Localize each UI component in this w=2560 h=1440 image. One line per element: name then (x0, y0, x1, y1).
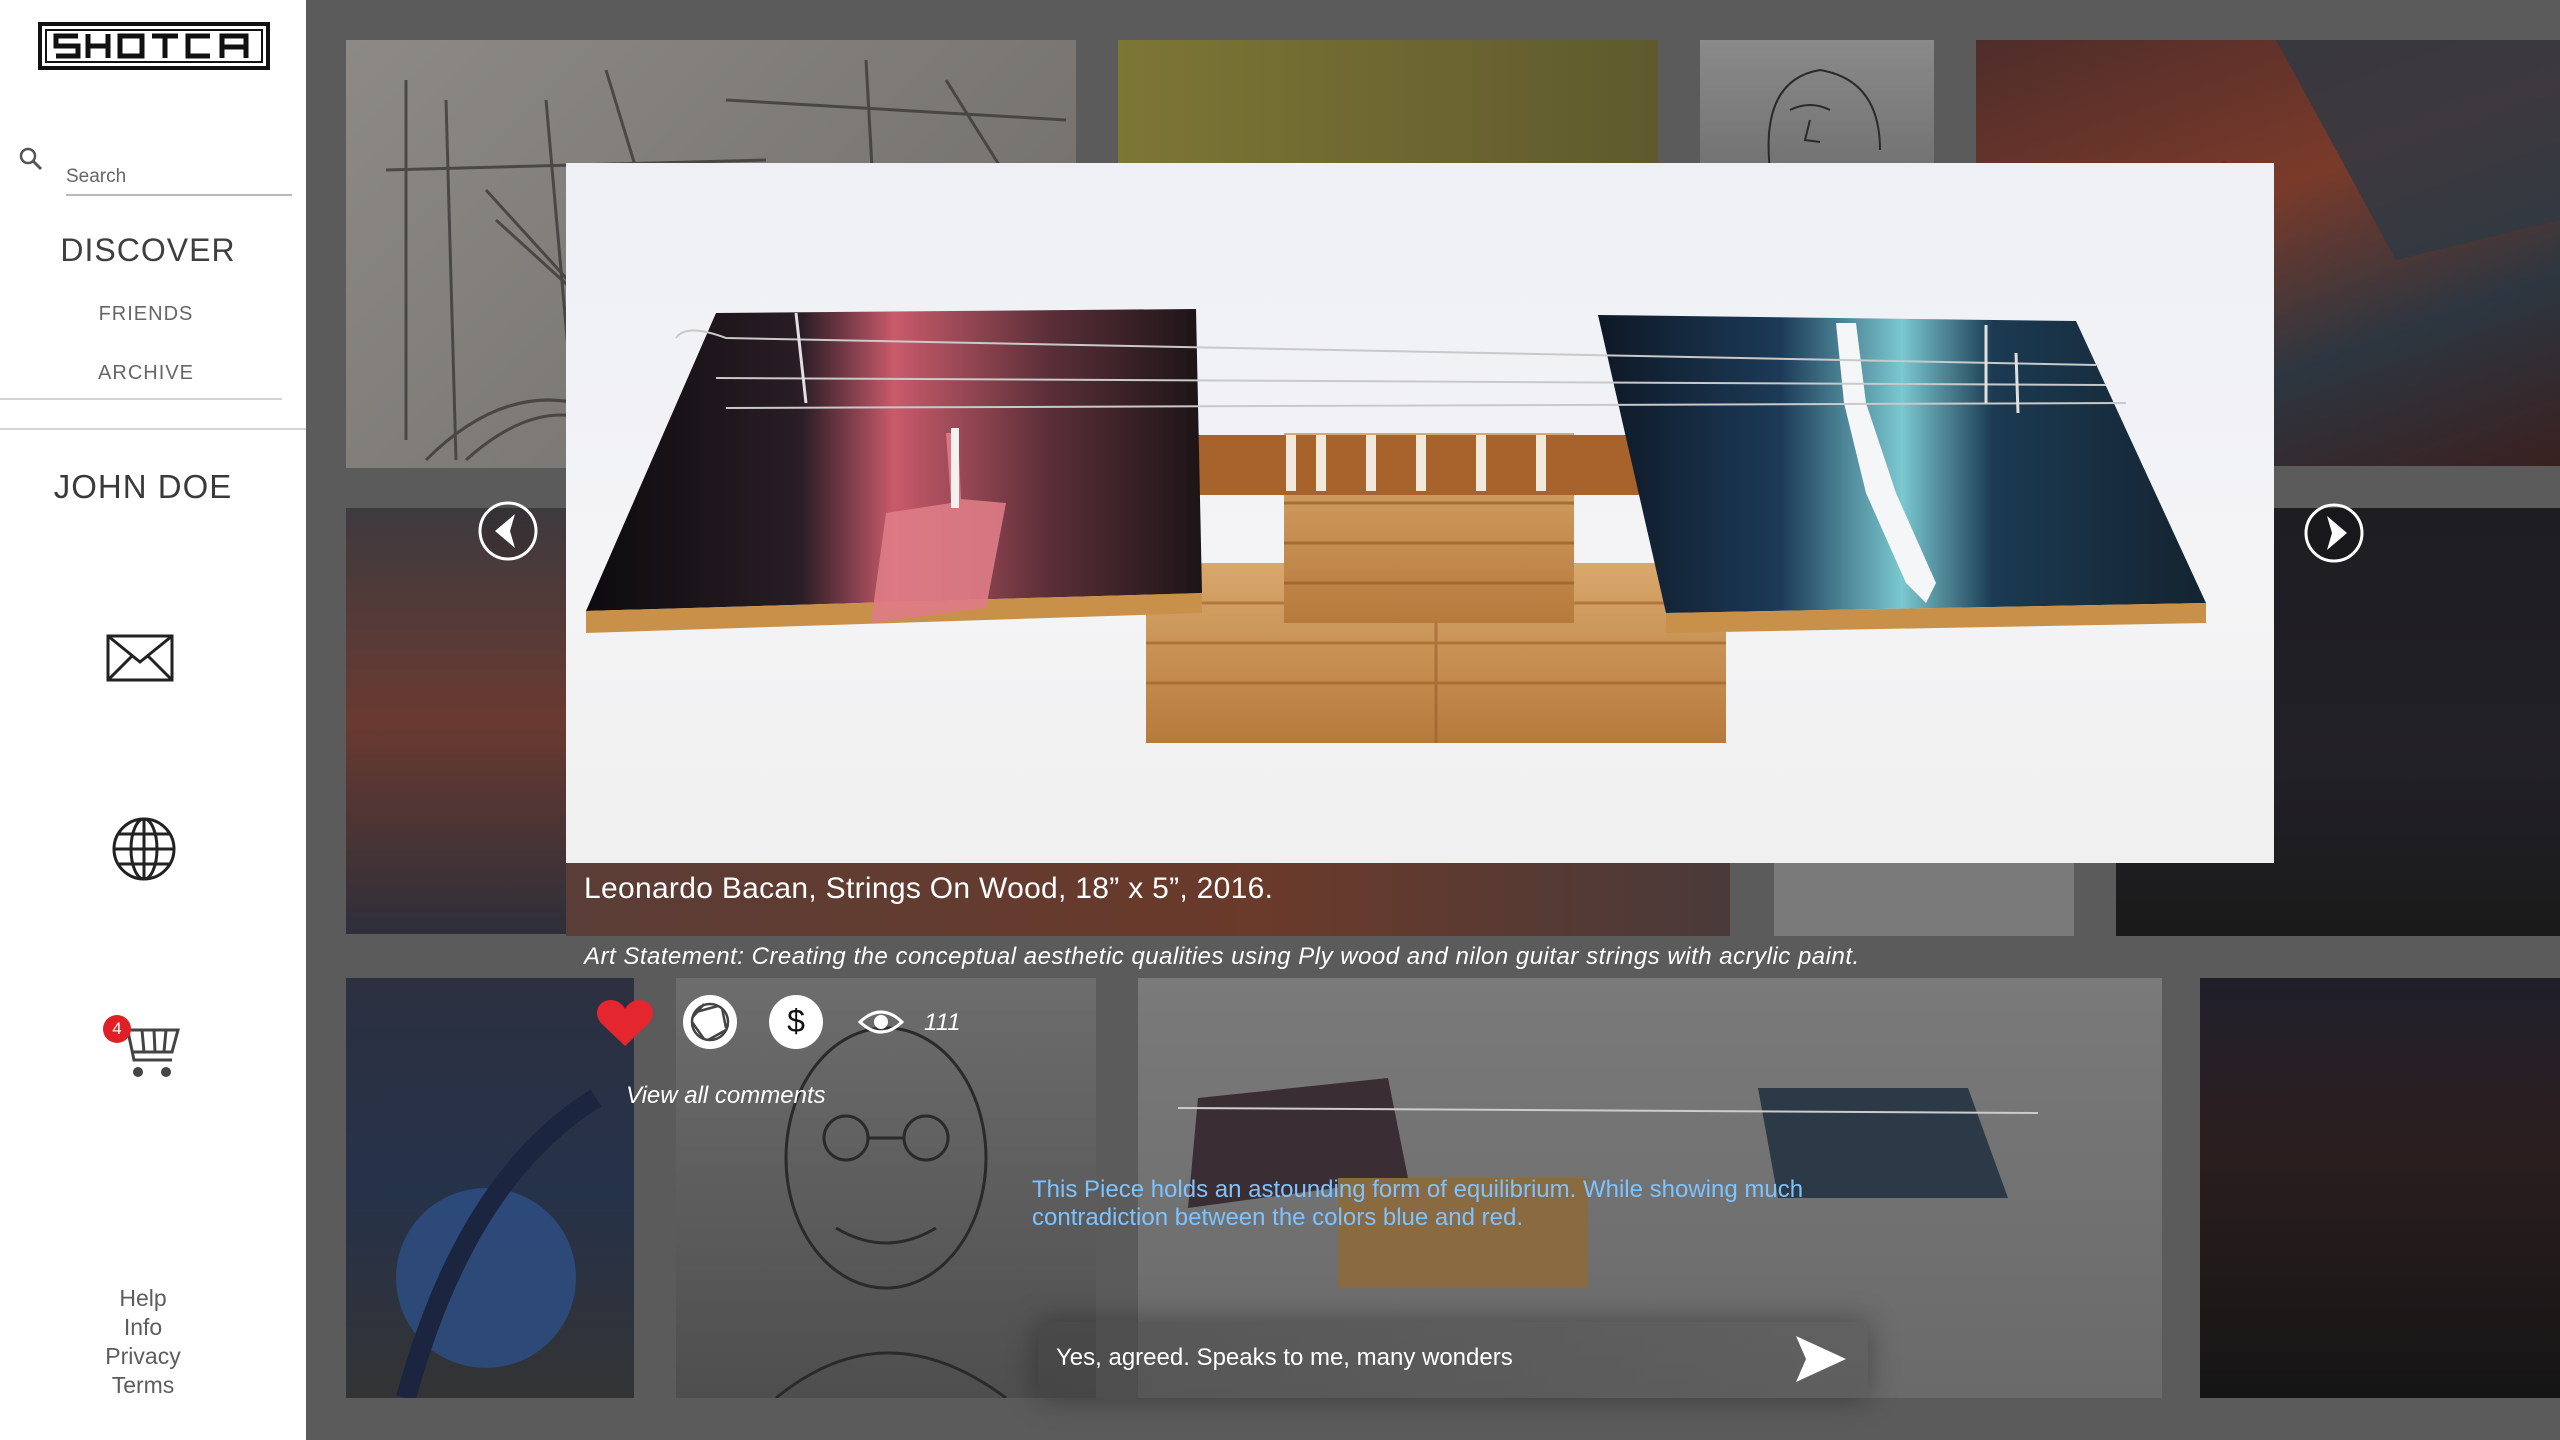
nav-divider (0, 398, 282, 400)
footer-link-help[interactable]: Help (0, 1284, 286, 1313)
views-count: 111 (924, 1009, 961, 1036)
strings-on-wood-sculpture (586, 309, 2206, 743)
footer-link-terms[interactable]: Terms (0, 1371, 286, 1400)
artwork-caption: Leonardo Bacan, Strings On Wood, 18” x 5… (584, 872, 1274, 905)
nav-discover[interactable]: DISCOVER (0, 232, 296, 269)
sidebar: DISCOVER FRIENDS ARCHIVE JOHN DOE 4 Help… (0, 0, 306, 1440)
svg-text:$: $ (787, 1003, 805, 1039)
chevron-left-icon[interactable] (477, 500, 539, 562)
search-input[interactable] (66, 160, 292, 196)
gallery-tile-object[interactable] (1774, 858, 2074, 936)
footer-link-info[interactable]: Info (0, 1313, 286, 1342)
footer-links: Help Info Privacy Terms (0, 1284, 286, 1400)
nav-friends[interactable]: FRIENDS (0, 303, 292, 326)
comment-text: This Piece holds an astounding form of e… (1032, 1176, 1804, 1231)
heart-icon[interactable] (596, 998, 654, 1048)
send-icon[interactable] (1794, 1334, 1848, 1384)
user-name[interactable]: JOHN DOE (0, 468, 286, 506)
chevron-right-icon[interactable] (2303, 502, 2365, 564)
gallery-tile-city-night[interactable] (2200, 978, 2560, 1398)
view-all-comments-link[interactable]: View all comments (626, 1082, 826, 1110)
section-divider (0, 428, 306, 430)
art-statement: Art Statement: Creating the conceptual a… (584, 943, 1860, 970)
footer-link-privacy[interactable]: Privacy (0, 1342, 286, 1371)
reply-bar (1038, 1322, 1868, 1398)
reply-input[interactable] (1056, 1336, 1756, 1380)
portrait-sketch (1767, 68, 1881, 170)
globe-icon[interactable] (111, 816, 177, 882)
eye-icon (857, 1006, 905, 1038)
gallery-tile-blue-portrait[interactable] (346, 978, 634, 1398)
search-icon[interactable] (18, 146, 44, 172)
gallery-tile-yellow[interactable] (1118, 40, 1658, 170)
shotca-logo[interactable] (38, 22, 270, 70)
cart-count-badge: 4 (103, 1015, 131, 1043)
logo-mark (38, 22, 270, 70)
dollar-icon[interactable]: $ (768, 994, 824, 1050)
gallery-tile-abstract-left[interactable] (346, 508, 566, 934)
featured-artwork-image[interactable] (566, 163, 2274, 863)
mail-icon[interactable] (106, 634, 174, 682)
nav-archive[interactable]: ARCHIVE (0, 362, 292, 385)
blue-portrait-painting (396, 1089, 602, 1398)
aperture-icon[interactable] (682, 994, 738, 1050)
gallery-tile-portrait[interactable] (1700, 40, 1934, 170)
